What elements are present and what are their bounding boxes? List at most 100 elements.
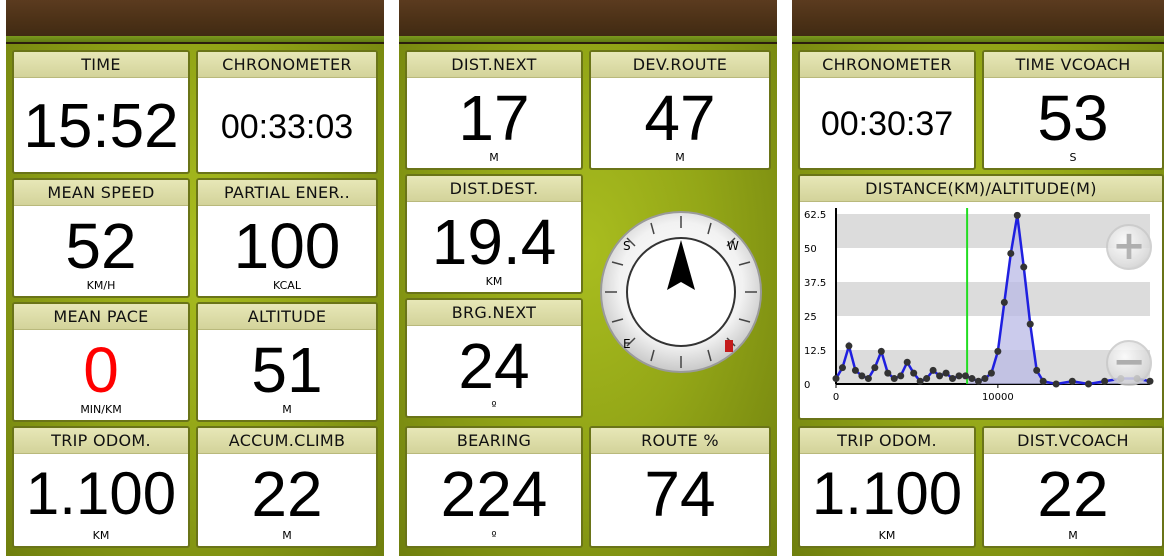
zoom-in-button[interactable]: + bbox=[1106, 224, 1152, 270]
data-point bbox=[1146, 377, 1154, 385]
title-bar bbox=[6, 0, 384, 44]
data-point bbox=[1068, 377, 1076, 385]
tile-value: 1.100 bbox=[25, 460, 177, 527]
tile-unit: KM bbox=[878, 529, 896, 542]
tile-time[interactable]: TIME 15:52 bbox=[12, 50, 190, 174]
tile-value: 0 bbox=[83, 334, 119, 406]
tile-value: 00:30:37 bbox=[820, 105, 954, 143]
data-point bbox=[1013, 211, 1021, 219]
data-point bbox=[936, 372, 944, 380]
tile-unit: KM/H bbox=[86, 279, 116, 292]
tile-label: DIST.VCOACH bbox=[984, 428, 1162, 454]
data-point bbox=[864, 375, 872, 383]
tile-partial-energy[interactable]: PARTIAL ENER.. 100 KCAL bbox=[196, 178, 378, 298]
compass-label-w: W bbox=[727, 239, 739, 253]
data-point bbox=[929, 366, 937, 374]
y-tick-label: 50 bbox=[804, 244, 817, 255]
tile-unit: MIN/KM bbox=[80, 403, 122, 416]
tile-label: ACCUM.CLIMB bbox=[198, 428, 376, 454]
tile-unit: M bbox=[489, 151, 499, 164]
tile-dist-vcoach[interactable]: DIST.VCOACH 22 M bbox=[982, 426, 1164, 548]
data-point bbox=[1026, 320, 1034, 328]
y-tick-label: 62.5 bbox=[804, 210, 826, 221]
tile-mean-pace[interactable]: MEAN PACE 0 MIN/KM bbox=[12, 302, 190, 422]
tile-value: 52 bbox=[65, 210, 137, 282]
tile-label: DEV.ROUTE bbox=[591, 52, 769, 78]
data-point bbox=[858, 372, 866, 380]
tile-dev-route[interactable]: DEV.ROUTE 47 M bbox=[589, 50, 771, 170]
tile-value: 22 bbox=[251, 458, 323, 530]
data-point bbox=[923, 375, 931, 383]
tile-dist-dest[interactable]: DIST.DEST. 19.4 KM bbox=[405, 174, 583, 294]
north-marker-icon bbox=[725, 340, 733, 352]
y-tick-label: 0 bbox=[804, 380, 810, 391]
data-point bbox=[955, 372, 963, 380]
data-point bbox=[916, 377, 924, 385]
tile-label: TIME VCOACH bbox=[984, 52, 1162, 78]
data-point bbox=[949, 375, 957, 383]
tile-label: DIST.DEST. bbox=[407, 176, 581, 202]
data-point bbox=[942, 369, 950, 377]
y-tick-label: 12.5 bbox=[804, 346, 826, 357]
tile-value: 15:52 bbox=[23, 92, 179, 161]
data-point bbox=[851, 366, 859, 374]
panel-navigation: DIST.NEXT 17 M DEV.ROUTE 47 M DIST.DEST.… bbox=[399, 0, 777, 556]
tile-route-percent[interactable]: ROUTE % 74 bbox=[589, 426, 771, 548]
data-point bbox=[832, 375, 840, 383]
tile-label: MEAN SPEED bbox=[14, 180, 188, 206]
tile-accum-climb[interactable]: ACCUM.CLIMB 22 M bbox=[196, 426, 378, 548]
tile-value: 47 bbox=[644, 82, 716, 154]
tile-dist-next[interactable]: DIST.NEXT 17 M bbox=[405, 50, 583, 170]
tile-altitude[interactable]: ALTITUDE 51 M bbox=[196, 302, 378, 422]
tile-label: TRIP ODOM. bbox=[14, 428, 188, 454]
tile-label: TIME bbox=[14, 52, 188, 78]
tile-value: 1.100 bbox=[811, 460, 963, 527]
tile-chronometer[interactable]: CHRONOMETER 00:33:03 bbox=[196, 50, 378, 174]
title-bar bbox=[792, 0, 1164, 44]
tile-time-vcoach[interactable]: TIME VCOACH 53 S bbox=[982, 50, 1164, 170]
tile-brg-next[interactable]: BRG.NEXT 24 º bbox=[405, 298, 583, 418]
tile-value: 53 bbox=[1037, 82, 1109, 154]
tile-label: BEARING bbox=[407, 428, 581, 454]
compass-label-e: E bbox=[623, 337, 631, 351]
x-tick-label: 0 bbox=[833, 392, 839, 403]
tile-value: 00:33:03 bbox=[220, 108, 354, 146]
data-point bbox=[968, 375, 976, 383]
compass-label-s: S bbox=[623, 239, 631, 253]
tile-mean-speed[interactable]: MEAN SPEED 52 KM/H bbox=[12, 178, 190, 298]
tile-value: 100 bbox=[233, 210, 341, 282]
data-point bbox=[1007, 249, 1015, 257]
tile-unit: º bbox=[491, 399, 497, 412]
data-point bbox=[897, 372, 905, 380]
data-point bbox=[903, 358, 911, 366]
y-tick-label: 25 bbox=[804, 312, 817, 323]
tile-unit: KCAL bbox=[273, 279, 301, 292]
zoom-out-button[interactable]: − bbox=[1106, 340, 1152, 386]
data-point bbox=[1020, 263, 1028, 271]
tile-bearing[interactable]: BEARING 224 º bbox=[405, 426, 583, 548]
data-point bbox=[910, 369, 918, 377]
data-point bbox=[987, 369, 995, 377]
tile-unit: S bbox=[1069, 151, 1077, 164]
tile-trip-odometer[interactable]: TRIP ODOM. 1.100 KM bbox=[798, 426, 976, 548]
tile-value: 24 bbox=[458, 330, 530, 402]
tile-value: 51 bbox=[251, 334, 323, 406]
tile-label: CHRONOMETER bbox=[198, 52, 376, 78]
tile-value: 22 bbox=[1037, 458, 1109, 530]
tile-unit: M bbox=[282, 403, 292, 416]
x-tick-label: 10000 bbox=[982, 392, 1014, 403]
panel-vcoach: CHRONOMETER 00:30:37 TIME VCOACH 53 S DI… bbox=[792, 0, 1164, 556]
tile-label: ROUTE % bbox=[591, 428, 769, 454]
data-point bbox=[961, 372, 969, 380]
tile-trip-odometer[interactable]: TRIP ODOM. 1.100 KM bbox=[12, 426, 190, 548]
tile-label: PARTIAL ENER.. bbox=[198, 180, 376, 206]
data-point bbox=[981, 375, 989, 383]
tile-chronometer[interactable]: CHRONOMETER 00:30:37 bbox=[798, 50, 976, 170]
tile-label: DIST.NEXT bbox=[407, 52, 581, 78]
altitude-chart[interactable]: DISTANCE(KM)/ALTITUDE(M) 62.5 50 37.5 25 12.… bbox=[798, 174, 1164, 420]
data-point bbox=[1101, 377, 1109, 385]
tile-unit: M bbox=[675, 151, 685, 164]
data-point bbox=[877, 347, 885, 355]
tile-label: CHRONOMETER bbox=[800, 52, 974, 78]
data-point bbox=[1000, 298, 1008, 306]
